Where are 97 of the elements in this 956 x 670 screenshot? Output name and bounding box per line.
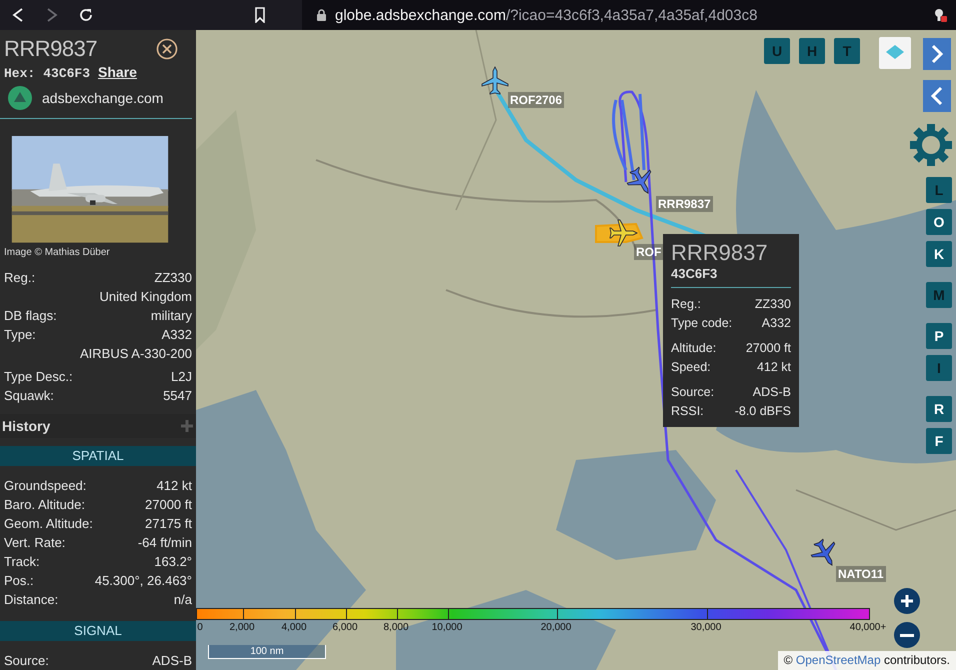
legend-label: 6,000 xyxy=(332,622,358,633)
detail-value: 27000 ft xyxy=(145,496,192,512)
tooltip-label: RSSI: xyxy=(671,404,704,418)
share-link[interactable]: Share xyxy=(98,64,137,80)
forward-icon xyxy=(45,8,59,22)
detail-value: United Kingdom xyxy=(100,288,192,304)
extension-icon[interactable] xyxy=(932,7,948,23)
detail-label: Vert. Rate: xyxy=(4,534,66,550)
settings-icon[interactable] xyxy=(908,122,954,168)
aircraft-label[interactable]: ROF2706 xyxy=(508,92,564,108)
detail-value: 45.300°, 26.463° xyxy=(94,572,192,588)
section-title: SPATIAL xyxy=(72,448,124,464)
back-icon xyxy=(11,8,25,22)
detail-label: Squawk: xyxy=(4,388,54,403)
detail-label: Distance: xyxy=(4,592,58,607)
tooltip-label: Altitude: xyxy=(671,340,716,354)
history-title: History xyxy=(2,418,50,434)
reload-icon xyxy=(78,7,94,23)
legend-label: 10,000 xyxy=(432,622,462,633)
toggle-button[interactable]: O xyxy=(926,209,952,235)
tooltip-hex: 43C6F3 xyxy=(671,266,791,288)
legend-label: 40,000+ xyxy=(850,622,886,633)
tooltip-label: Source: xyxy=(671,384,714,398)
plus-icon xyxy=(899,593,915,609)
toggle-button[interactable]: M xyxy=(926,282,952,308)
tooltip-callsign: RRR9837 xyxy=(671,240,769,266)
detail-value: 27175 ft xyxy=(145,516,192,531)
aircraft-label[interactable]: ROF xyxy=(634,244,664,260)
aircraft-label[interactable]: NATO11 xyxy=(836,566,886,582)
map-attribution: © OpenStreetMap contributors. xyxy=(778,651,956,670)
legend-label: 30,000 xyxy=(690,622,722,633)
url-host: globe.adsbexchange.com xyxy=(335,6,506,24)
detail-value: A332 xyxy=(162,326,192,342)
detail-value: 5547 xyxy=(163,388,192,403)
collapse-button[interactable] xyxy=(923,80,951,112)
minus-icon xyxy=(900,634,914,636)
legend-label: 4,000 xyxy=(281,622,307,633)
photo-credit: Image © Mathias Düber xyxy=(3,246,111,258)
detail-label: Track: xyxy=(4,554,40,569)
detail-value: ADS-B xyxy=(152,652,192,668)
hex-label: Hex: xyxy=(4,66,36,81)
detail-value: 163.2° xyxy=(154,554,192,569)
attribution-link[interactable]: OpenStreetMap xyxy=(796,653,881,667)
legend-label: 0 xyxy=(197,622,203,633)
chevron-right-icon xyxy=(929,44,945,64)
aircraft-label[interactable]: RRR9837 xyxy=(656,196,713,212)
toggle-button[interactable]: P xyxy=(926,323,952,349)
toggle-button[interactable]: H xyxy=(799,38,825,64)
legend-label: 2,000 xyxy=(229,622,255,633)
detail-label: Source: xyxy=(4,652,49,668)
detail-value: ZZ330 xyxy=(154,270,192,285)
tooltip-value: -8.0 dBFS xyxy=(734,404,791,418)
detail-value: n/a xyxy=(174,592,192,607)
close-icon[interactable] xyxy=(156,38,178,60)
detail-label: Geom. Altitude: xyxy=(4,516,93,531)
lock-icon xyxy=(316,8,327,22)
detail-label: Groundspeed: xyxy=(4,478,86,493)
site-name: adsbexchange.com xyxy=(42,90,164,106)
tooltip-value: ZZ330 xyxy=(754,296,791,310)
logo-icon xyxy=(8,86,32,110)
toggle-button[interactable]: R xyxy=(926,396,952,422)
chevron-left-icon xyxy=(929,86,945,106)
toggle-button[interactable]: T xyxy=(834,38,860,64)
toggle-button[interactable]: K xyxy=(926,241,952,267)
detail-label: Type Desc.: xyxy=(4,368,73,384)
tooltip-value: 27000 ft xyxy=(746,340,791,354)
detail-value: -64 ft/min xyxy=(138,534,192,550)
legend-label: 20,000 xyxy=(540,622,572,633)
toggle-button[interactable]: U xyxy=(764,38,790,64)
bookmark-icon xyxy=(254,7,266,23)
detail-label: Baro. Altitude: xyxy=(4,496,85,512)
section-title: SIGNAL xyxy=(74,623,122,638)
detail-label: Pos.: xyxy=(4,572,34,588)
history-header[interactable]: History xyxy=(0,414,196,438)
tooltip-value: 412 kt xyxy=(756,360,791,374)
legend-label: 8,000 xyxy=(383,622,409,633)
detail-value: AIRBUS A-330-200 xyxy=(80,346,192,361)
detail-label: Reg.: xyxy=(4,270,36,285)
tooltip-value: A332 xyxy=(762,316,791,330)
expand-button[interactable] xyxy=(923,38,951,70)
detail-label: Type: xyxy=(4,326,36,342)
toggle-button[interactable]: L xyxy=(926,177,952,203)
aircraft-callsign: RRR9837 xyxy=(4,36,98,62)
detail-value: military xyxy=(150,308,192,323)
toggle-button[interactable]: I xyxy=(926,355,952,381)
detail-label: DB flags: xyxy=(4,308,57,323)
scale-bar: 100 nm xyxy=(208,645,326,659)
tooltip-label: Speed: xyxy=(671,360,711,374)
url-path: /?icao=43c6f3,4a35a7,4a35af,4d03c8 xyxy=(506,6,758,24)
tooltip-label: Type code: xyxy=(671,316,732,330)
address-bar[interactable]: globe.adsbexchange.com/?icao=43c6f3,4a35a7,4a35af,4d03c8 xyxy=(302,0,956,30)
hex-code: 43C6F3 xyxy=(43,66,90,81)
tooltip-value: ADS-B xyxy=(752,384,791,398)
toggle-button[interactable]: F xyxy=(926,428,952,454)
detail-value: L2J xyxy=(171,368,192,384)
tooltip-label: Reg.: xyxy=(671,296,701,310)
detail-value: 412 kt xyxy=(156,478,192,493)
